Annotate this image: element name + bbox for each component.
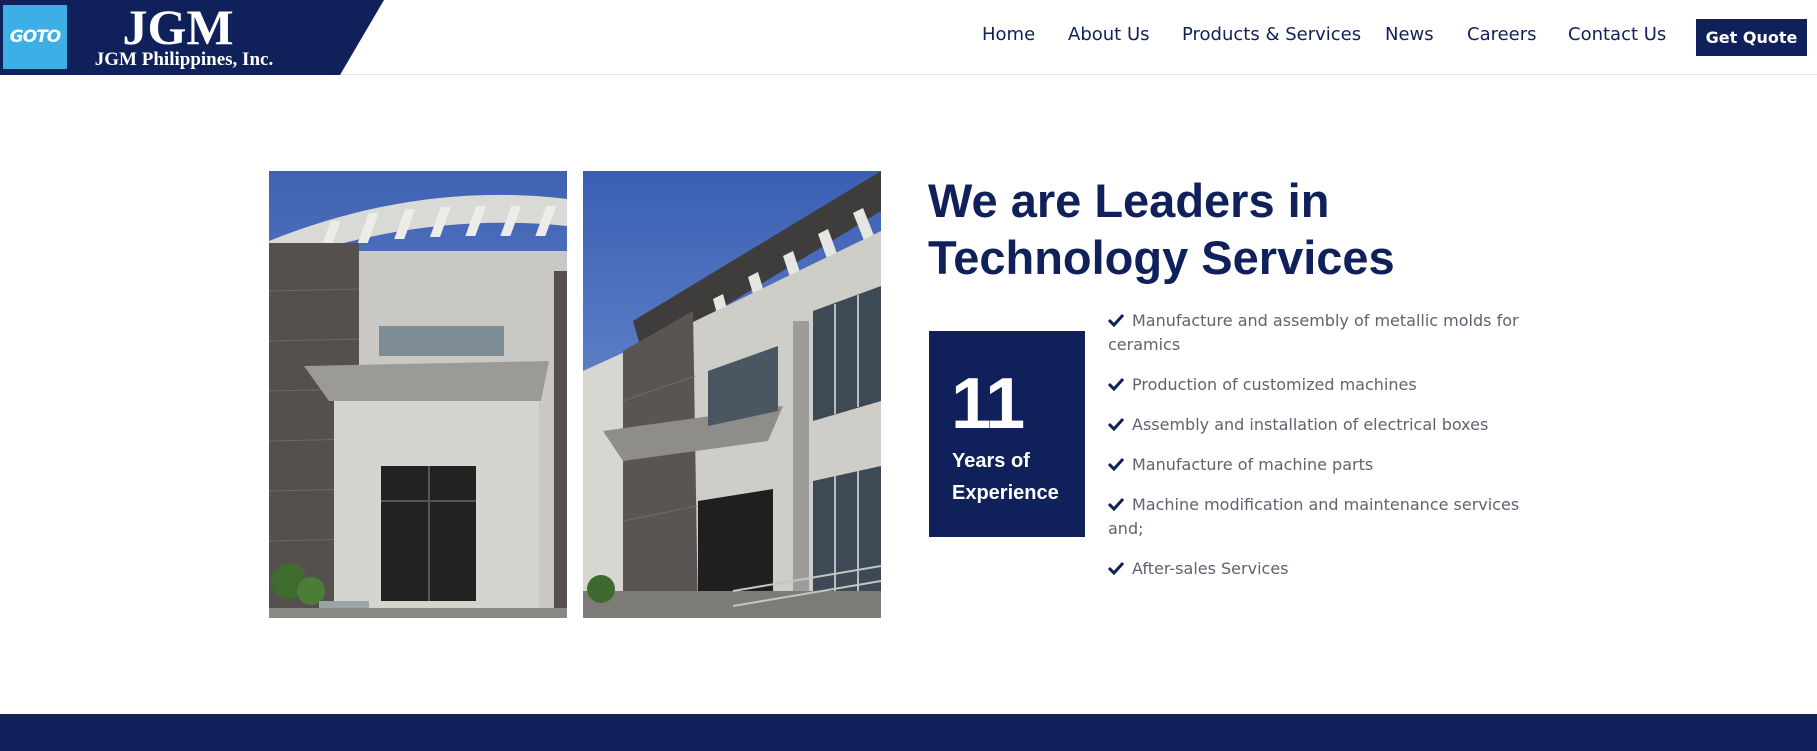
brand-name: JGM [122, 0, 234, 55]
service-text: Production of customized machines [1132, 375, 1417, 394]
building-photo-front [269, 171, 567, 618]
check-icon [1108, 377, 1124, 391]
check-icon [1108, 457, 1124, 471]
nav-careers[interactable]: Careers [1467, 24, 1537, 45]
brand-subtitle: JGM Philippines, Inc. [94, 49, 274, 70]
experience-years-number: 11 [951, 364, 1025, 444]
list-item: Production of customized machines [1108, 373, 1548, 397]
service-text: Manufacture and assembly of metallic mol… [1108, 311, 1519, 354]
list-item: Manufacture of machine parts [1108, 453, 1548, 477]
check-icon [1108, 561, 1124, 575]
nav-products-services[interactable]: Products & Services [1182, 24, 1361, 45]
get-quote-button[interactable]: Get Quote [1696, 19, 1807, 56]
brand-logo-block[interactable]: GOTO JGM JGM Philippines, Inc. [0, 0, 384, 75]
goto-logo-text: GOTO [9, 27, 61, 47]
nav-about-us[interactable]: About Us [1068, 24, 1150, 45]
nav-contact-us[interactable]: Contact Us [1568, 24, 1666, 45]
check-icon [1108, 497, 1124, 511]
check-icon [1108, 417, 1124, 431]
experience-years-label: Years of Experience [952, 450, 1059, 504]
footer-band [0, 714, 1817, 751]
list-item: After-sales Services [1108, 557, 1548, 581]
service-text: After-sales Services [1132, 559, 1289, 578]
list-item: Manufacture and assembly of metallic mol… [1108, 309, 1548, 357]
nav-home[interactable]: Home [982, 24, 1035, 45]
check-icon [1108, 313, 1124, 327]
service-text: Manufacture of machine parts [1132, 455, 1374, 474]
building-photo-angle [583, 171, 881, 618]
site-header: GOTO JGM JGM Philippines, Inc. Home Abou… [0, 0, 1817, 75]
experience-box: 11 Years of Experience [929, 331, 1085, 537]
nav-news[interactable]: News [1385, 24, 1434, 45]
service-text: Machine modification and maintenance ser… [1108, 495, 1520, 538]
services-list: Manufacture and assembly of metallic mol… [1108, 309, 1548, 597]
list-item: Machine modification and maintenance ser… [1108, 493, 1548, 541]
section-headline: We are Leaders in Technology Services [928, 174, 1395, 284]
list-item: Assembly and installation of electrical … [1108, 413, 1548, 437]
service-text: Assembly and installation of electrical … [1132, 415, 1489, 434]
goto-logo-badge: GOTO [3, 5, 67, 69]
